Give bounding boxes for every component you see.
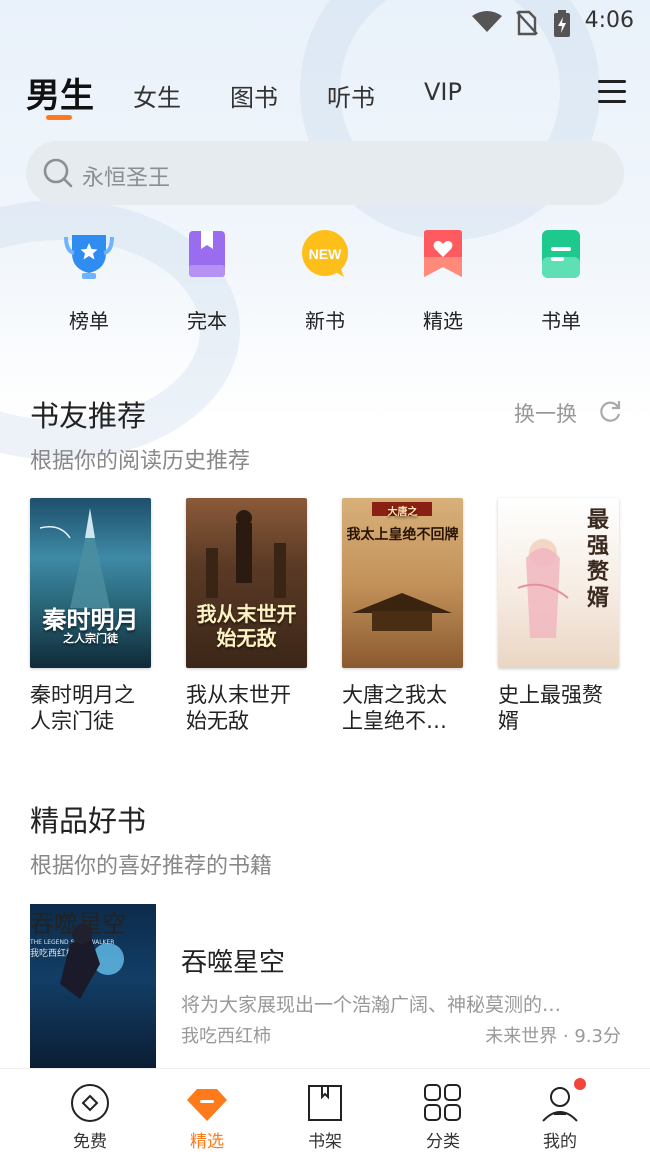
cover-title: 我太上皇绝不回牌 bbox=[346, 527, 459, 543]
status-bar: 4:06 bbox=[0, 0, 650, 44]
book-card[interactable]: 秦时明月 之人宗门徒 秦时明月之人宗门徒 bbox=[30, 498, 152, 734]
search-bar[interactable]: 永恒圣王 bbox=[26, 141, 624, 205]
book-title: 秦时明月之人宗门徒 bbox=[30, 683, 135, 733]
nav-profile[interactable]: 我的 bbox=[510, 1069, 610, 1155]
bottom-nav: 免费 精选 书架 分类 我的 bbox=[0, 1068, 650, 1155]
new-badge-icon: NEW bbox=[302, 230, 348, 277]
svg-text:NEW: NEW bbox=[309, 246, 342, 262]
trophy-icon bbox=[64, 235, 114, 279]
section-subtitle: 根据你的喜好推荐的书籍 bbox=[30, 854, 273, 879]
heart-bookmark-icon bbox=[424, 230, 462, 277]
quick-entry-label: 完本 bbox=[187, 309, 227, 333]
nav-featured[interactable]: 精选 bbox=[157, 1069, 257, 1155]
book-title: 史上最强赘婿 bbox=[498, 683, 603, 733]
cover-title: 最强赘婿 bbox=[586, 508, 609, 611]
book-card[interactable]: 我从末世开始无敌 我从末世开始无敌 bbox=[186, 498, 308, 734]
tab-audiobooks[interactable]: 听书 bbox=[327, 78, 375, 113]
book-cover: 大唐之 我太上皇绝不回牌 bbox=[342, 498, 463, 668]
book-card[interactable]: 大唐之 我太上皇绝不回牌 大唐之我太上皇绝不… bbox=[342, 498, 464, 734]
nav-label: 书架 bbox=[308, 1132, 342, 1152]
quick-entry-new-books[interactable]: NEW 新书 bbox=[275, 225, 375, 335]
book-title: 吞噬星空 bbox=[181, 948, 286, 978]
cover-subtitle: 之人宗门徒 bbox=[63, 632, 118, 645]
search-placeholder: 永恒圣王 bbox=[82, 166, 171, 191]
nav-label: 精选 bbox=[190, 1132, 224, 1152]
tab-vip[interactable]: VIP bbox=[424, 78, 462, 106]
book-purple-icon bbox=[189, 231, 225, 277]
quick-entry-label: 精选 bbox=[423, 309, 463, 333]
notification-dot bbox=[574, 1078, 586, 1090]
quick-entry-featured[interactable]: 精选 bbox=[393, 225, 493, 335]
channel-tabs: 男生 女生 图书 听书 VIP bbox=[26, 66, 626, 126]
nav-category[interactable]: 分类 bbox=[393, 1069, 493, 1155]
quick-entry-booklists[interactable]: 书单 bbox=[511, 225, 611, 335]
featured-book[interactable]: 吞噬星空 THE LEGEND SPACEWALKER 我吃西红柿 著 吞噬星空… bbox=[30, 904, 625, 1069]
book-author: 我吃西红柿 bbox=[181, 1026, 271, 1047]
nav-label: 免费 bbox=[73, 1132, 107, 1152]
book-title: 我从末世开始无敌 bbox=[186, 683, 291, 733]
category-grid-icon bbox=[424, 1084, 461, 1121]
tab-male[interactable]: 男生 bbox=[26, 68, 94, 117]
book-cover: 我从末世开始无敌 bbox=[186, 498, 307, 668]
battery-charging-icon bbox=[554, 10, 570, 37]
quick-entry-label: 新书 bbox=[305, 309, 345, 333]
book-meta: 未来世界 · 9.3分 bbox=[485, 1026, 621, 1047]
section-title: 精品好书 bbox=[30, 804, 147, 838]
list-card-icon bbox=[542, 230, 580, 278]
no-sim-icon bbox=[516, 10, 538, 36]
section-subtitle: 根据你的阅读历史推荐 bbox=[30, 449, 251, 474]
cover-illustration bbox=[60, 924, 124, 999]
nav-label: 我的 bbox=[543, 1132, 577, 1152]
nav-free[interactable]: 免费 bbox=[40, 1069, 140, 1155]
section-title: 书友推荐 bbox=[30, 399, 147, 433]
bookshelf-icon bbox=[308, 1085, 342, 1121]
header-background bbox=[0, 0, 650, 460]
quick-entry-rankings[interactable]: 榜单 bbox=[39, 225, 139, 335]
refresh-icon[interactable] bbox=[597, 398, 623, 424]
featured-gem-icon bbox=[187, 1089, 227, 1121]
nav-bookshelf[interactable]: 书架 bbox=[275, 1069, 375, 1155]
quick-entry-label: 榜单 bbox=[69, 309, 109, 333]
book-card[interactable]: 最强赘婿 史上最强赘婿 bbox=[498, 498, 620, 734]
clock: 4:06 bbox=[584, 8, 634, 33]
book-cover: 最强赘婿 bbox=[498, 498, 619, 668]
tab-female[interactable]: 女生 bbox=[133, 78, 181, 113]
book-description: 将为大家展现出一个浩瀚广阔、神秘莫测的… bbox=[181, 994, 562, 1016]
cover-title: 我从末世开始无敌 bbox=[196, 602, 297, 650]
quick-entry-completed[interactable]: 完本 bbox=[157, 225, 257, 335]
search-icon bbox=[43, 158, 73, 188]
book-title: 大唐之我太上皇绝不… bbox=[342, 683, 447, 733]
profile-icon bbox=[542, 1087, 578, 1122]
wifi-icon bbox=[472, 11, 502, 32]
menu-icon[interactable] bbox=[598, 80, 626, 106]
free-diamond-icon bbox=[71, 1084, 109, 1122]
tab-books[interactable]: 图书 bbox=[230, 78, 278, 113]
cover-subtitle: 大唐之 bbox=[387, 507, 418, 518]
book-cover: 秦时明月 之人宗门徒 bbox=[30, 498, 151, 668]
refresh-button[interactable]: 换一换 bbox=[514, 398, 577, 428]
quick-entry-label: 书单 bbox=[541, 309, 581, 333]
book-cover: 吞噬星空 THE LEGEND SPACEWALKER 我吃西红柿 著 bbox=[30, 904, 156, 1069]
active-tab-indicator bbox=[46, 115, 72, 120]
nav-label: 分类 bbox=[426, 1132, 460, 1152]
